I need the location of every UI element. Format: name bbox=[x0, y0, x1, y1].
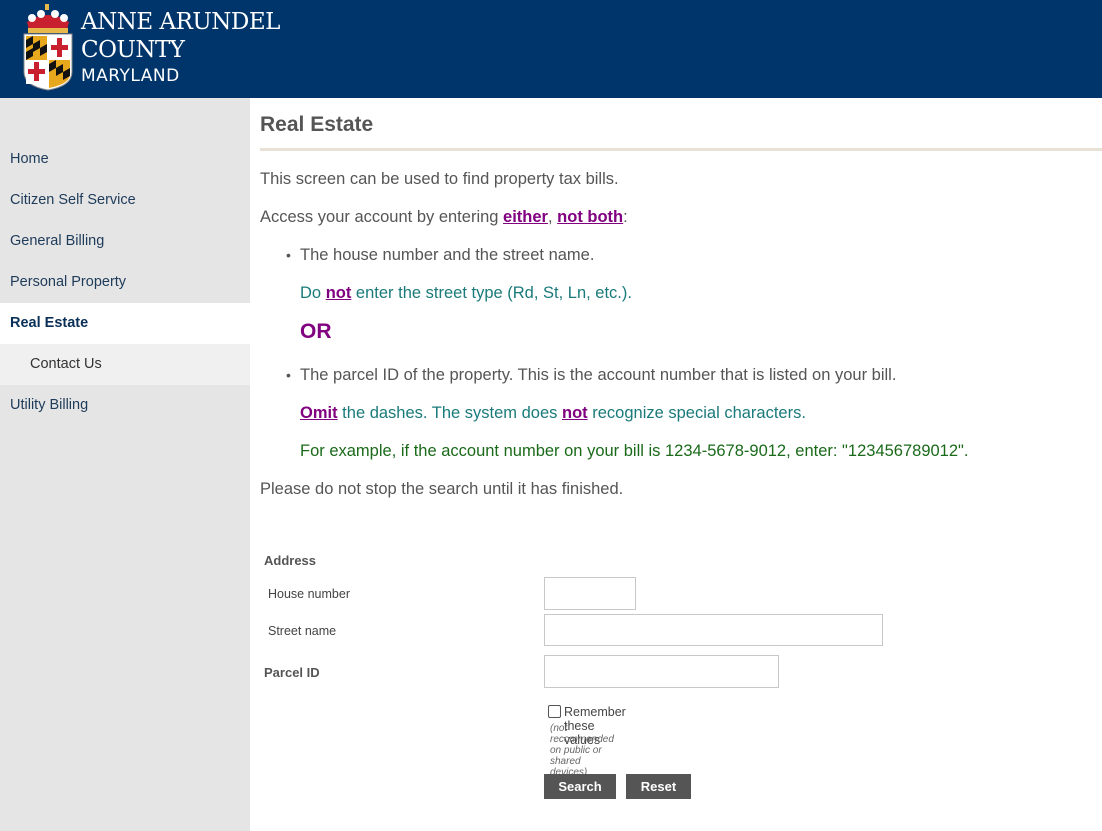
sidebar-item-citizen-self-service[interactable]: Citizen Self Service bbox=[0, 180, 250, 221]
search-button[interactable]: Search bbox=[544, 774, 616, 799]
main-content: Real Estate This screen can be used to f… bbox=[260, 98, 1102, 500]
house-number-input[interactable] bbox=[544, 577, 636, 610]
access-suffix: : bbox=[623, 208, 628, 226]
sidebar-item-general-billing[interactable]: General Billing bbox=[0, 221, 250, 262]
note2-rest: recognize special characters. bbox=[587, 404, 806, 422]
county-logo-text[interactable]: ANNE ARUNDEL COUNTY MARYLAND bbox=[81, 8, 280, 87]
remember-values-checkbox[interactable] bbox=[548, 705, 561, 718]
example-text: For example, if the account number on yo… bbox=[300, 442, 969, 460]
address-label: Address bbox=[264, 553, 317, 568]
house-number-label: House number bbox=[268, 587, 350, 601]
note2-mid: the dashes. The system does bbox=[337, 404, 562, 422]
emphasis-not-2: not bbox=[562, 404, 588, 422]
bullet-parcel-id: The parcel ID of the property. This is t… bbox=[260, 364, 1102, 386]
intro-text: This screen can be used to find property… bbox=[260, 170, 619, 188]
emphasis-not-both: not both bbox=[557, 208, 624, 226]
parcel-id-input[interactable] bbox=[544, 655, 779, 688]
sidebar-item-home[interactable]: Home bbox=[0, 139, 250, 180]
sidebar-item-real-estate[interactable]: Real Estate bbox=[0, 303, 250, 344]
sidebar-item-utility-billing[interactable]: Utility Billing bbox=[0, 385, 250, 426]
logo-line-2: COUNTY bbox=[81, 37, 185, 63]
sidebar-item-contact-us[interactable]: Contact Us bbox=[0, 344, 250, 385]
sidebar-nav: Home Citizen Self Service General Billin… bbox=[0, 98, 250, 831]
title-divider bbox=[260, 148, 1102, 151]
emphasis-not: not bbox=[325, 284, 352, 302]
note1-rest: enter the street type (Rd, St, Ln, etc.)… bbox=[351, 284, 632, 302]
sidebar-item-personal-property[interactable]: Personal Property bbox=[0, 262, 250, 303]
dashes-note: Omit the dashes. The system does not rec… bbox=[260, 402, 1102, 424]
access-instructions: Access your account by entering either, … bbox=[260, 206, 1102, 228]
remember-values-note: (not recommended on public or shared dev… bbox=[550, 723, 614, 778]
site-header: ANNE ARUNDEL COUNTY MARYLAND bbox=[0, 0, 1102, 98]
reset-button[interactable]: Reset bbox=[626, 774, 691, 799]
access-comma: , bbox=[547, 208, 558, 226]
logo-line-3: MARYLAND bbox=[81, 66, 180, 86]
wait-notice: Please do not stop the search until it h… bbox=[260, 480, 624, 498]
note1-do: Do bbox=[300, 284, 326, 302]
access-prefix: Access your account by entering bbox=[260, 208, 504, 226]
street-name-label: Street name bbox=[268, 624, 337, 638]
page-title: Real Estate bbox=[260, 113, 374, 136]
street-type-note: Do not enter the street type (Rd, St, Ln… bbox=[260, 282, 1102, 304]
emphasis-omit: Omit bbox=[300, 404, 338, 422]
county-seal-icon[interactable] bbox=[21, 4, 75, 92]
emphasis-either: either bbox=[503, 208, 548, 226]
logo-line-1: ANNE ARUNDEL bbox=[81, 9, 280, 35]
parcel-id-label: Parcel ID bbox=[264, 665, 320, 680]
bullet-address: The house number and the street name. bbox=[260, 244, 1102, 266]
or-separator: OR bbox=[300, 320, 332, 343]
street-name-input[interactable] bbox=[544, 614, 883, 646]
